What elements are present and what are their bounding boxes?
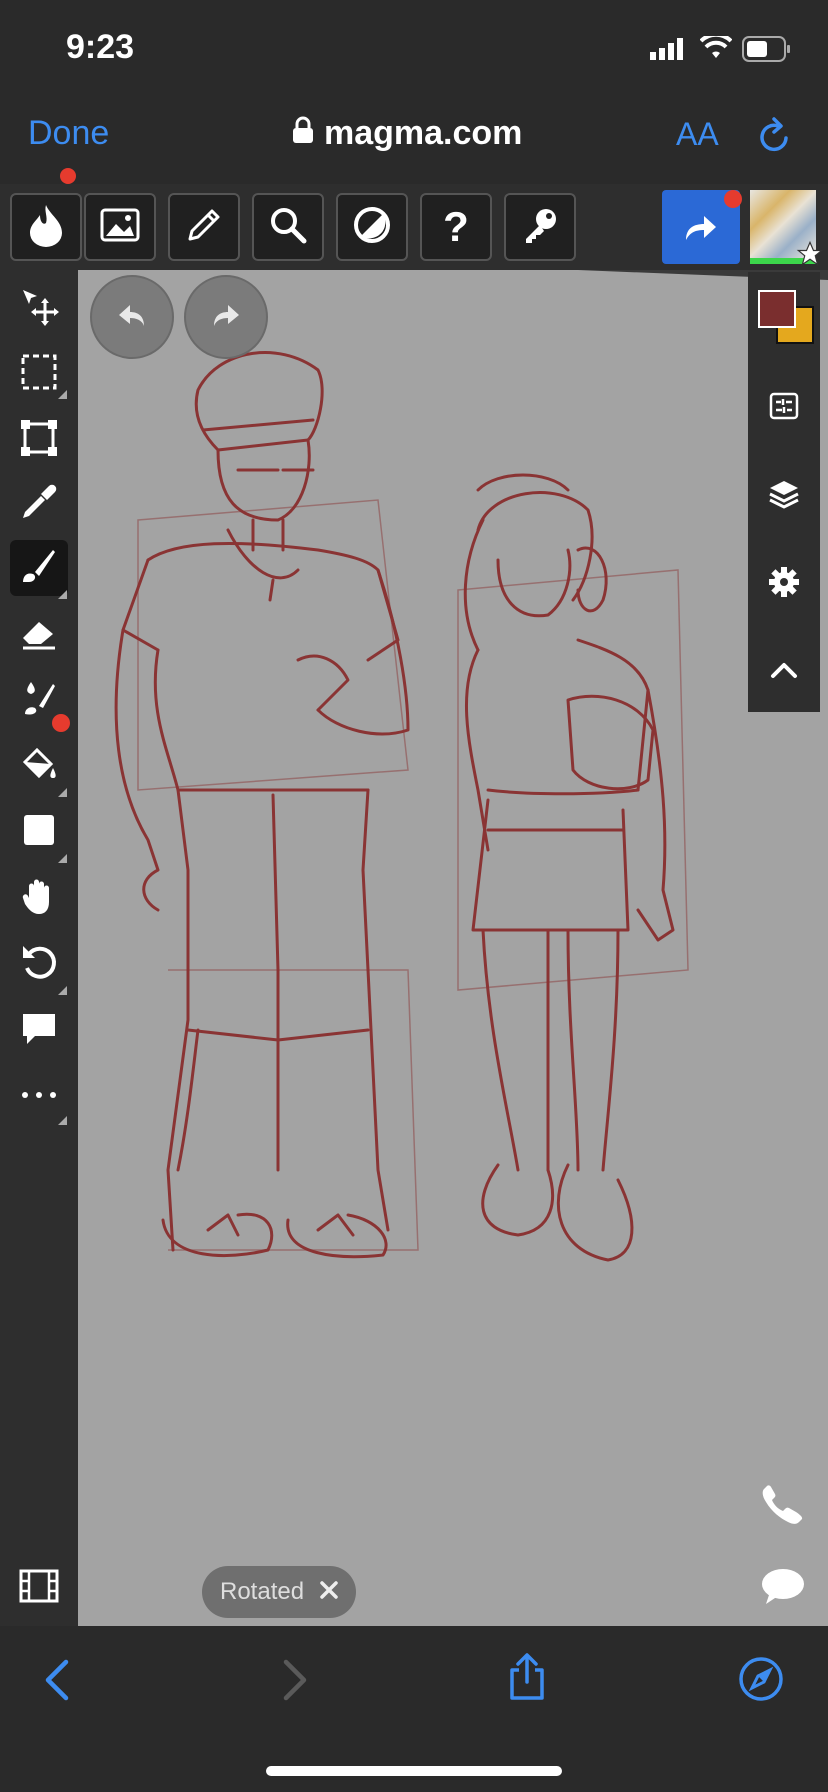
contrast-button[interactable] (336, 193, 408, 261)
search-button[interactable] (252, 193, 324, 261)
fill-tool[interactable] (10, 738, 68, 794)
undo-icon (116, 302, 148, 333)
comment-tool[interactable] (10, 1002, 68, 1058)
text-size-button[interactable]: AA (676, 116, 719, 153)
image-button[interactable] (84, 193, 156, 261)
blend-tool-dot (52, 714, 70, 732)
rotate-icon (19, 942, 59, 987)
transform-icon (19, 418, 59, 463)
redo-icon (210, 302, 242, 333)
submenu-indicator (58, 986, 67, 995)
layers-button[interactable] (748, 466, 820, 526)
key-button[interactable] (504, 193, 576, 261)
brush-tool[interactable] (10, 540, 68, 596)
close-icon[interactable] (320, 1578, 338, 1606)
layers-icon (768, 478, 800, 515)
fill-bucket-icon (19, 744, 59, 789)
move-select-icon (19, 286, 59, 331)
cellular-signal-icon (650, 38, 686, 65)
rotate-tool[interactable] (10, 936, 68, 992)
shape-tool[interactable] (10, 804, 68, 860)
hand-tool[interactable] (10, 870, 68, 926)
compass-icon[interactable] (738, 1656, 784, 1707)
battery-icon (742, 36, 792, 67)
reload-icon[interactable] (756, 116, 794, 161)
film-icon (19, 1569, 59, 1608)
submenu-indicator (58, 788, 67, 797)
notification-dot (60, 168, 76, 184)
key-icon (520, 205, 560, 250)
drawing-canvas[interactable] (78, 270, 828, 1626)
eyedropper-icon (19, 482, 59, 527)
collapse-panel-button[interactable] (748, 642, 820, 702)
gear-icon (768, 566, 800, 603)
transform-tool[interactable] (10, 412, 68, 468)
rect-select-icon (19, 352, 59, 397)
share-notification-dot (724, 190, 742, 208)
timeline-button[interactable] (10, 1560, 68, 1616)
magma-logo-icon (26, 203, 66, 252)
submenu-indicator (58, 1116, 67, 1125)
shape-icon (19, 810, 59, 855)
forward-icon (280, 1658, 310, 1707)
share-arrow-icon (682, 210, 720, 249)
submenu-indicator (58, 590, 67, 599)
share-icon[interactable] (506, 1652, 548, 1707)
comment-icon (19, 1008, 59, 1053)
redo-button[interactable] (184, 275, 268, 359)
back-icon[interactable] (42, 1658, 72, 1707)
move-select-tool[interactable] (10, 280, 68, 336)
primary-color-swatch (758, 290, 796, 328)
eraser-icon (19, 612, 59, 657)
url-text: magma.com (324, 114, 523, 152)
chevron-up-icon (770, 661, 798, 684)
submenu-indicator (58, 854, 67, 863)
clock: 9:23 (66, 28, 135, 66)
eraser-tool[interactable] (10, 606, 68, 662)
brush-icon (19, 546, 59, 591)
settings-button[interactable] (748, 554, 820, 614)
rotated-indicator[interactable]: Rotated (202, 1566, 357, 1618)
star-icon (796, 240, 824, 273)
adjustments-button[interactable] (748, 378, 820, 438)
undo-button[interactable] (90, 275, 174, 359)
image-icon (100, 208, 140, 247)
submenu-indicator (58, 390, 67, 399)
pencil-icon (184, 205, 224, 250)
more-icon (19, 1087, 59, 1105)
home-indicator (266, 1766, 562, 1776)
color-picker[interactable] (748, 286, 820, 346)
phone-icon[interactable] (762, 1484, 804, 1531)
blend-icon (19, 678, 59, 723)
hand-icon (19, 876, 59, 921)
help-button[interactable]: ? (420, 193, 492, 261)
eyedropper-tool[interactable] (10, 476, 68, 532)
lock-icon (292, 114, 314, 153)
edit-button[interactable] (168, 193, 240, 261)
chat-bubble-icon[interactable] (760, 1566, 806, 1611)
adjustments-icon (769, 392, 799, 425)
wifi-icon (699, 32, 733, 65)
sketch-artwork (78, 270, 828, 1262)
address-bar[interactable]: magma.com (292, 114, 522, 153)
search-icon (268, 205, 308, 250)
contrast-icon (352, 205, 392, 250)
magma-menu-button[interactable] (10, 193, 82, 261)
rotated-label: Rotated (220, 1578, 305, 1605)
done-button[interactable]: Done (28, 114, 109, 153)
help-icon: ? (443, 203, 469, 250)
